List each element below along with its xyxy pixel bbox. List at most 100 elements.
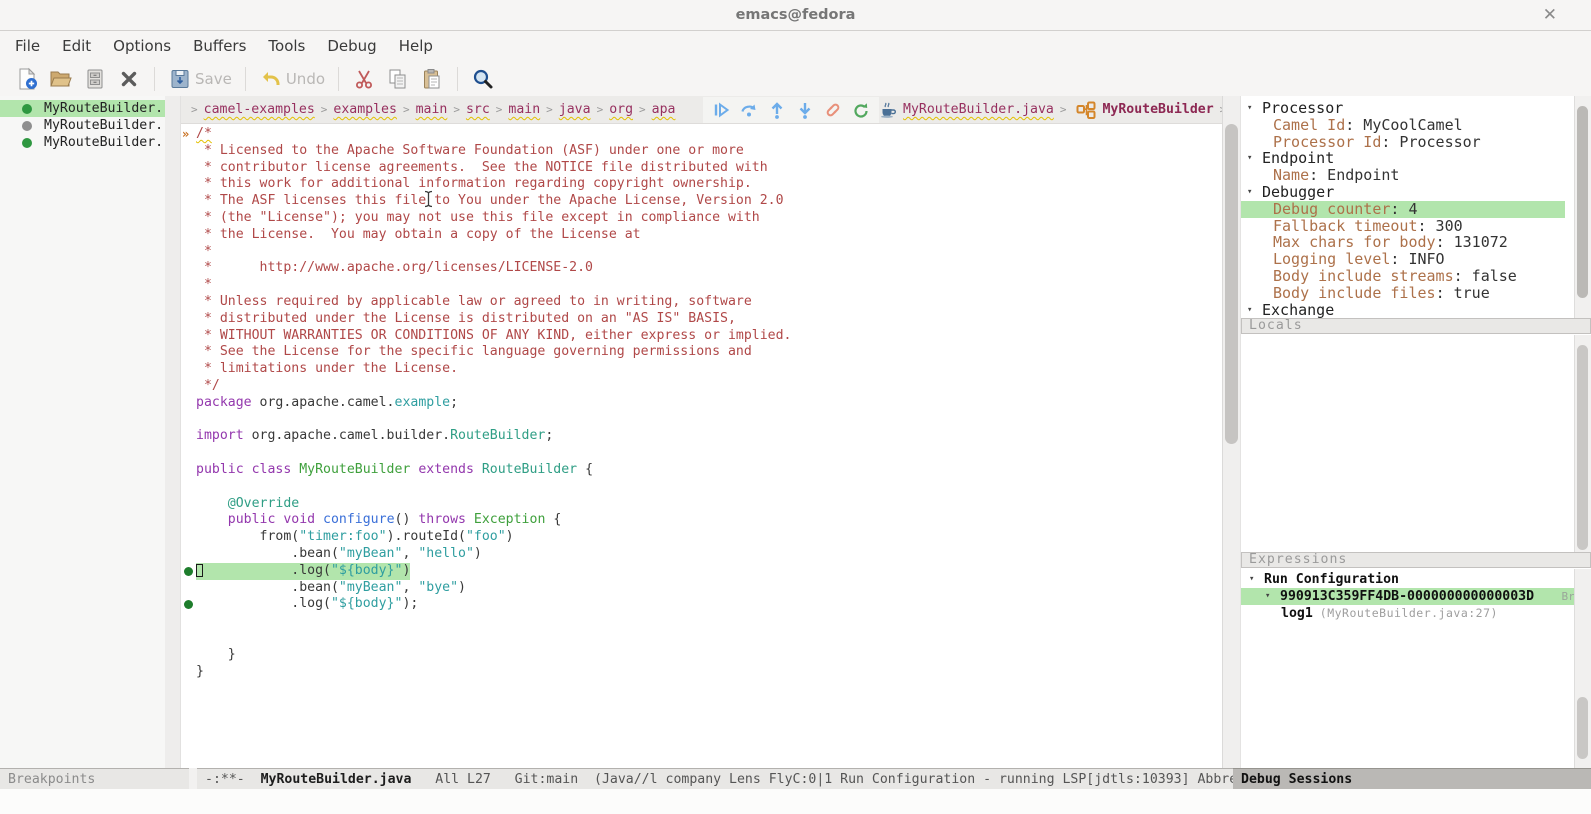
scrollbar-thumb[interactable] [1577, 106, 1588, 298]
expressions-scrollbar[interactable] [1574, 569, 1591, 768]
copy-icon [386, 67, 410, 91]
menu-tools[interactable]: Tools [257, 31, 316, 62]
expression-row[interactable]: ▾990913C359FF4DB-000000000000003DBr→ [1241, 588, 1585, 605]
open-folder-button[interactable] [49, 65, 73, 93]
disconnect-button[interactable] [819, 99, 847, 121]
file-breadcrumb: MyRouteBuilder.java>MyRouteBuilder> [875, 96, 1232, 123]
tree-item-value: : 4 [1390, 201, 1417, 218]
code-line: * the License. You may obtain a copy of … [182, 227, 1222, 244]
emacs-window: { "window": { "title": "emacs@fedora", "… [0, 0, 1591, 814]
fringe [182, 294, 196, 311]
code-line: * http://www.apache.org/licenses/LICENSE… [182, 260, 1222, 277]
new-file-button[interactable] [15, 65, 39, 93]
debug-sessions-mode-line: Debug Sessions [1233, 768, 1591, 789]
breadcrumb-segment[interactable]: main [416, 102, 448, 117]
tree-item-key: Name [1273, 167, 1309, 184]
code-line: from("timer:foo").routeId("foo") [182, 529, 1222, 546]
expression-row[interactable]: log1(MyRouteBuilder.java:27) [1241, 605, 1591, 622]
breadcrumb-segment[interactable]: examples [333, 102, 397, 117]
step-over-button[interactable] [735, 99, 763, 121]
breakpoint-label: MyRouteBuilder. [44, 101, 163, 116]
breadcrumb-segment[interactable]: apa [652, 102, 676, 117]
tree-section-label: Processor [1262, 100, 1343, 117]
tab-file-name[interactable]: MyRouteBuilder.java [903, 102, 1054, 117]
new-file-icon [15, 67, 39, 91]
code-line: public void configure() throws Exception… [182, 512, 1222, 529]
tree-section-processor[interactable]: ▾Processor [1241, 100, 1591, 117]
directory-button[interactable] [83, 65, 107, 93]
code-line: * [182, 277, 1222, 294]
menu-help[interactable]: Help [388, 31, 444, 62]
restart-button[interactable] [847, 99, 875, 121]
code-line: } [182, 664, 1222, 681]
breadcrumb-segment[interactable]: main [508, 102, 540, 117]
tree-item[interactable]: Body include files: true [1241, 285, 1591, 302]
window-title: emacs@fedora [736, 7, 856, 23]
search-button[interactable] [471, 65, 495, 93]
step-over-icon [739, 100, 759, 120]
tree-section-endpoint[interactable]: ▾Endpoint [1241, 150, 1591, 167]
tree-item[interactable]: Max chars for body: 131072 [1241, 234, 1591, 251]
code-text: public class MyRouteBuilder extends Rout… [196, 462, 593, 479]
breakpoint-dot-icon [22, 138, 32, 148]
tree-section-exchange[interactable]: ▾Exchange [1241, 302, 1591, 318]
tree-item[interactable]: Name: Endpoint [1241, 167, 1591, 184]
breakpoint-list-item[interactable]: MyRouteBuilder.→ [0, 134, 165, 151]
debug-toolbar [703, 97, 879, 123]
menu-options[interactable]: Options [102, 31, 182, 62]
scrollbar-thumb[interactable] [1577, 345, 1588, 550]
tree-item[interactable]: Logging level: INFO [1241, 251, 1591, 268]
tree-item[interactable]: Body include streams: false [1241, 268, 1591, 285]
menu-buffers[interactable]: Buffers [182, 31, 257, 62]
tree-section-debugger[interactable]: ▾Debugger [1241, 184, 1591, 201]
disconnect-icon [823, 100, 843, 120]
editor-scrollbar[interactable] [1222, 96, 1241, 768]
copy-button[interactable] [386, 65, 410, 93]
mouse-ibeam-cursor [423, 190, 434, 212]
menu-debug[interactable]: Debug [316, 31, 387, 62]
cut-button[interactable] [352, 65, 376, 93]
tree-item[interactable]: Fallback timeout: 300 [1241, 218, 1591, 235]
sidebar-scrollbar[interactable] [165, 96, 181, 768]
continue-button[interactable] [707, 99, 735, 121]
code-line [182, 479, 1222, 496]
code-text: * The ASF licenses this file to You unde… [196, 193, 784, 210]
close-buffer-button[interactable] [117, 65, 141, 93]
tab-symbol-name[interactable]: MyRouteBuilder [1102, 102, 1213, 117]
breadcrumb-separator: > [597, 103, 604, 116]
breadcrumb-segment[interactable]: camel-examples [204, 102, 315, 117]
tree-item-value: : false [1454, 268, 1517, 285]
debug-panel: ▾ProcessorCamel Id: MyCoolCamelProcessor… [1240, 96, 1591, 768]
breadcrumb-separator: > [496, 103, 503, 116]
locals-scrollbar[interactable] [1574, 335, 1591, 552]
code-line [182, 445, 1222, 462]
breadcrumb-segment[interactable]: src [466, 102, 490, 117]
fringe [182, 143, 196, 160]
menu-file[interactable]: File [4, 31, 51, 62]
breadcrumb-segment[interactable]: java [559, 102, 591, 117]
expression-text: 990913C359FF4DB-000000000000003D [1280, 588, 1534, 605]
tree-item[interactable]: Camel Id: MyCoolCamel [1241, 117, 1591, 134]
breadcrumb-segment[interactable]: org [609, 102, 633, 117]
paste-button[interactable] [420, 65, 444, 93]
minibuffer[interactable] [0, 789, 1591, 814]
code-text: * [196, 277, 212, 294]
menu-edit[interactable]: Edit [51, 31, 102, 62]
tree-item-value: : true [1436, 285, 1490, 302]
tree-item[interactable]: Processor Id: Processor [1241, 134, 1591, 151]
expression-row[interactable]: ▾Run Configuration [1241, 571, 1591, 588]
breakpoint-list-item[interactable]: MyRouteBuilder.→ [0, 100, 165, 117]
tree-item[interactable]: Debug counter: 4 [1241, 201, 1565, 218]
breadcrumb-separator: > [321, 103, 328, 116]
tree-scrollbar[interactable] [1574, 96, 1591, 318]
fringe [182, 664, 196, 681]
fringe [182, 311, 196, 328]
code-editor[interactable]: »/* * Licensed to the Apache Software Fo… [182, 125, 1222, 768]
scrollbar-thumb[interactable] [1577, 697, 1588, 759]
step-out-button[interactable] [763, 99, 791, 121]
scrollbar-thumb[interactable] [1225, 124, 1238, 444]
fringe [182, 412, 196, 429]
breakpoint-list-item[interactable]: MyRouteBuilder.→ [0, 117, 165, 134]
step-in-button[interactable] [791, 99, 819, 121]
close-window-icon[interactable]: ✕ [1543, 4, 1557, 26]
